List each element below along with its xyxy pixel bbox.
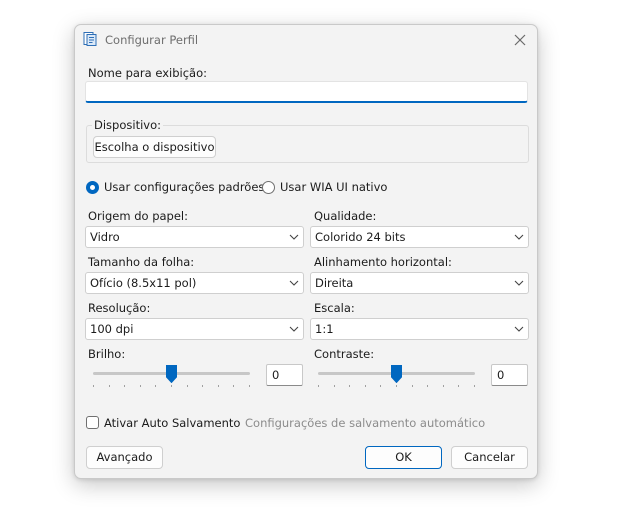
contrast-input[interactable]: 0 <box>491 364 528 386</box>
resolution-select[interactable]: 100 dpi <box>85 318 304 340</box>
horizontal-align-select[interactable]: Direita <box>310 272 529 294</box>
slider-tick <box>249 385 250 387</box>
slider-tick <box>427 385 428 387</box>
choose-device-button[interactable]: Escolha o dispositivo <box>93 136 216 158</box>
scale-value: 1:1 <box>315 322 334 336</box>
slider-tick <box>412 385 413 387</box>
autosave-checkbox[interactable] <box>86 416 99 429</box>
chevron-down-icon <box>514 326 524 332</box>
slider-tick <box>187 385 188 387</box>
slider-tick <box>233 385 234 387</box>
display-name-label: Nome para exibição: <box>88 66 207 80</box>
display-name-input[interactable] <box>85 81 528 103</box>
contrast-label: Contraste: <box>314 347 375 361</box>
scanner-profile-icon <box>83 32 97 46</box>
advanced-button[interactable]: Avançado <box>86 446 163 469</box>
page-size-value: Ofício (8.5x11 pol) <box>90 276 197 290</box>
brightness-value: 0 <box>272 368 280 382</box>
slider-tick <box>365 385 366 387</box>
quality-value: Colorido 24 bits <box>315 230 406 244</box>
resolution-label: Resolução: <box>88 301 151 315</box>
horizontal-align-value: Direita <box>315 276 354 290</box>
chevron-down-icon <box>514 280 524 286</box>
title-bar: Configurar Perfil <box>75 25 537 55</box>
slider-tick <box>458 385 459 387</box>
chevron-down-icon <box>289 326 299 332</box>
slider-tick <box>202 385 203 387</box>
ok-button[interactable]: OK <box>365 446 442 469</box>
slider-tick <box>171 385 172 387</box>
autosave-label[interactable]: Ativar Auto Salvamento <box>104 416 240 430</box>
slider-tick <box>140 385 141 387</box>
page-size-select[interactable]: Ofício (8.5x11 pol) <box>85 272 304 294</box>
cancel-button[interactable]: Cancelar <box>451 446 528 469</box>
quality-label: Qualidade: <box>314 209 377 223</box>
resolution-value: 100 dpi <box>90 322 134 336</box>
use-default-settings-radio[interactable] <box>86 181 99 194</box>
slider-tick <box>474 385 475 387</box>
window-title: Configurar Perfil <box>105 33 199 47</box>
slider-tick <box>380 385 381 387</box>
paper-source-select[interactable]: Vidro <box>85 226 304 248</box>
chevron-down-icon <box>289 280 299 286</box>
close-icon[interactable] <box>511 31 529 49</box>
slider-tick <box>124 385 125 387</box>
contrast-slider-thumb[interactable] <box>391 365 402 383</box>
scale-select[interactable]: 1:1 <box>310 318 529 340</box>
brightness-label: Brilho: <box>88 347 126 361</box>
use-native-wia-label[interactable]: Usar WIA UI nativo <box>280 180 387 194</box>
paper-source-value: Vidro <box>90 230 120 244</box>
slider-tick <box>443 385 444 387</box>
page-size-label: Tamanho da folha: <box>88 255 195 269</box>
slider-tick <box>349 385 350 387</box>
quality-select[interactable]: Colorido 24 bits <box>310 226 529 248</box>
slider-tick <box>334 385 335 387</box>
device-group-label: Dispositivo: <box>92 118 163 132</box>
contrast-value: 0 <box>497 368 505 382</box>
brightness-input[interactable]: 0 <box>266 364 303 386</box>
paper-source-label: Origem do papel: <box>88 209 188 223</box>
autosave-settings-link[interactable]: Configurações de salvamento automático <box>245 416 485 430</box>
contrast-ticks <box>318 385 475 388</box>
scale-label: Escala: <box>314 301 355 315</box>
horizontal-align-label: Alinhamento horizontal: <box>314 255 452 269</box>
slider-tick <box>318 385 319 387</box>
brightness-ticks <box>93 385 250 388</box>
slider-tick <box>93 385 94 387</box>
use-native-wia-radio[interactable] <box>262 181 275 194</box>
chevron-down-icon <box>514 234 524 240</box>
configure-profile-dialog: Configurar Perfil Nome para exibição: Di… <box>74 24 538 479</box>
chevron-down-icon <box>289 234 299 240</box>
use-default-settings-label[interactable]: Usar configurações padrões <box>104 180 264 194</box>
slider-tick <box>109 385 110 387</box>
slider-tick <box>396 385 397 387</box>
slider-tick <box>155 385 156 387</box>
slider-tick <box>218 385 219 387</box>
brightness-slider-thumb[interactable] <box>166 365 177 383</box>
